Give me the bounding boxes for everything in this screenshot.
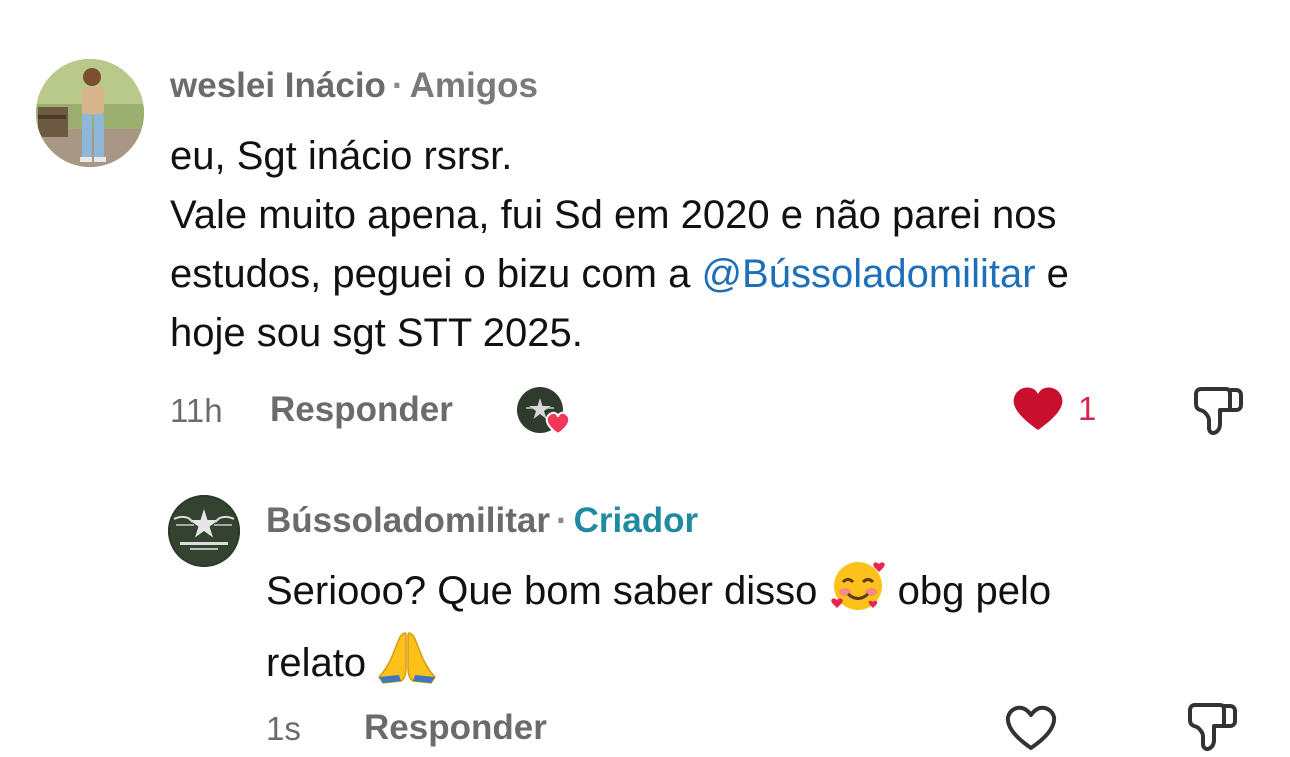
creator-heart-icon [517, 387, 571, 436]
avatar-bussola[interactable] [168, 495, 240, 567]
comment-body: eu, Sgt inácio rsrsr. Vale muito apena, … [170, 127, 1069, 363]
reply-button[interactable]: Responder [270, 390, 453, 430]
comment-text: relato [266, 641, 378, 686]
like-count: 1 [1078, 390, 1097, 427]
heart-filled-icon[interactable] [1012, 386, 1064, 432]
comment-header: Bússoladomilitar · Criador [266, 501, 698, 541]
dislike-icon[interactable] [1186, 702, 1238, 757]
profile-photo-icon [36, 59, 144, 167]
comment-line: estudos, peguei o bizu com a @Bússoladom… [170, 245, 1069, 304]
comment-line: hoje sou sgt STT 2025. [170, 311, 583, 355]
reply-button[interactable]: Responder [364, 708, 547, 748]
creator-badge: Criador [573, 501, 699, 540]
author-name[interactable]: Bússoladomilitar [266, 501, 550, 540]
comment-time: 1s [266, 710, 301, 747]
header-separator: · [391, 66, 404, 105]
friends-badge: Amigos [409, 66, 538, 105]
comment-header: weslei Inácio · Amigos [170, 66, 538, 106]
header-separator: · [555, 501, 568, 540]
avatar-weslei[interactable] [36, 59, 144, 167]
comment-time: 11h [170, 392, 223, 429]
comment-line: Seriooo? Que bom saber disso obg pelo [266, 558, 1051, 629]
comment-line: Vale muito apena, fui Sd em 2020 e não p… [170, 193, 1057, 237]
comment-text: Seriooo? Que bom saber disso [266, 569, 829, 614]
creator-liked-badge [516, 386, 572, 436]
comment-line: relato [266, 629, 1051, 702]
like-group: 1 [1012, 386, 1096, 432]
folded-hands-icon [377, 629, 437, 702]
author-name[interactable]: weslei Inácio [170, 66, 386, 105]
bussola-logo-icon [168, 495, 240, 567]
heart-outline-icon[interactable] [1004, 704, 1058, 757]
comment-text: obg pelo [886, 569, 1052, 614]
comment-line: eu, Sgt inácio rsrsr. [170, 134, 513, 178]
mention-link[interactable]: @Bússoladomilitar [701, 252, 1035, 296]
dislike-icon[interactable] [1192, 386, 1244, 441]
comment-body: Seriooo? Que bom saber disso obg pelo re… [266, 558, 1051, 702]
comment-text: estudos, peguei o bizu com a [170, 252, 702, 296]
smiling-face-with-hearts-icon [829, 558, 887, 629]
comment-text: e [1035, 252, 1069, 296]
